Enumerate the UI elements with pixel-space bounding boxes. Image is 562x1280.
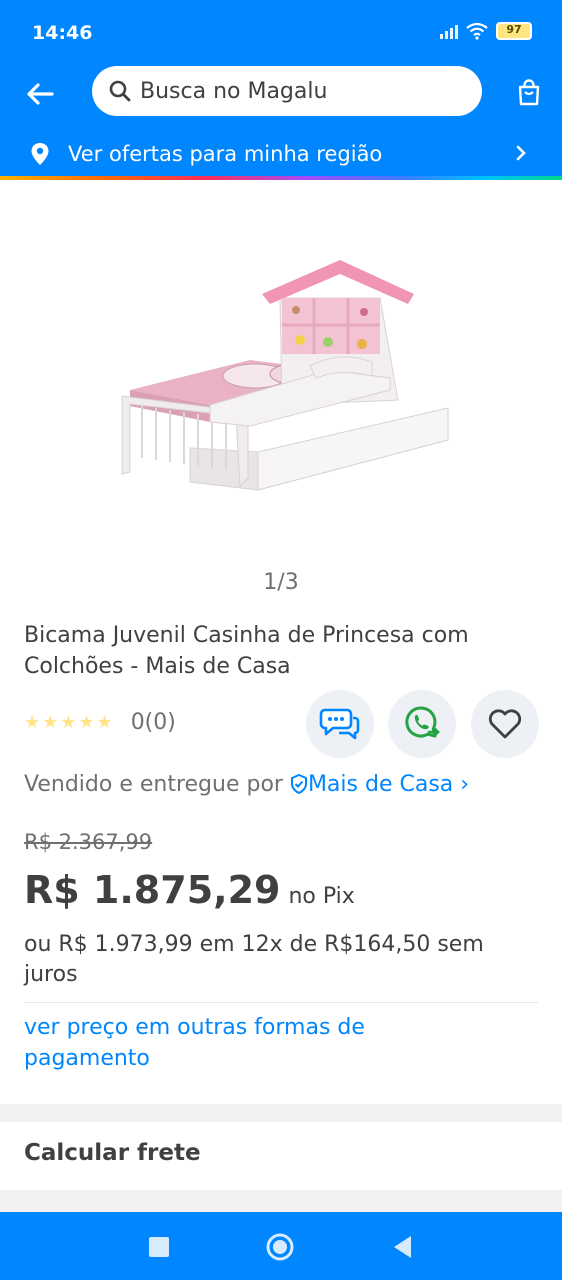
status-time: 14:46 bbox=[32, 22, 93, 44]
wifi-icon bbox=[466, 22, 488, 40]
divider bbox=[24, 1002, 538, 1003]
whatsapp-icon bbox=[405, 706, 440, 738]
status-icons: 97 bbox=[440, 22, 532, 40]
chat-icon bbox=[319, 708, 360, 740]
installments-text: ou R$ 1.973,99 em 12x de R$164,50 sem ju… bbox=[24, 932, 484, 987]
bag-icon[interactable] bbox=[514, 78, 544, 108]
search-icon bbox=[109, 80, 131, 102]
whatsapp-share-button[interactable] bbox=[388, 690, 456, 758]
heart-icon bbox=[488, 709, 522, 739]
seller-name-link[interactable]: Mais de Casa bbox=[308, 772, 453, 797]
section-separator bbox=[0, 1104, 562, 1122]
old-price: R$ 2.367,99 bbox=[24, 830, 153, 854]
status-bar: 14:46 97 bbox=[0, 0, 562, 64]
battery-icon: 97 bbox=[496, 22, 532, 40]
header-accent-stripe bbox=[0, 176, 562, 180]
search-row: Busca no Magalu bbox=[0, 64, 562, 118]
system-nav-bar bbox=[0, 1212, 562, 1280]
search-input[interactable]: Busca no Magalu bbox=[92, 66, 482, 116]
seller-prefix: Vendido e entregue por bbox=[24, 772, 283, 797]
battery-level: 97 bbox=[506, 23, 522, 36]
product-rating[interactable]: ★★★★★ 0(0) bbox=[24, 710, 176, 735]
image-pager: 1/3 bbox=[263, 570, 299, 595]
search-placeholder: Busca no Magalu bbox=[140, 78, 328, 104]
product-title: Bicama Juvenil Casinha de Princesa com C… bbox=[24, 623, 469, 679]
seller-info: Vendido e entregue por Mais de Casa › bbox=[24, 772, 469, 797]
other-payments-link[interactable]: ver preço em outras formas de pagamento bbox=[24, 1012, 484, 1074]
app-header: 14:46 97 Busca no Magalu Ver ofertas par… bbox=[0, 0, 562, 176]
signal-icon bbox=[440, 23, 458, 39]
section-separator bbox=[0, 1190, 562, 1212]
pix-price: R$ 1.875,29 bbox=[24, 868, 281, 912]
price-suffix: no Pix bbox=[288, 884, 355, 909]
calculate-shipping[interactable]: Calcular frete bbox=[24, 1140, 201, 1166]
region-text: Ver ofertas para minha região bbox=[68, 142, 383, 166]
rating-stars: ★★★★★ bbox=[24, 712, 115, 733]
rating-count: 0(0) bbox=[130, 710, 176, 735]
back-arrow-icon[interactable] bbox=[22, 76, 58, 112]
nav-back-icon[interactable] bbox=[392, 1232, 414, 1260]
chevron-right-icon bbox=[516, 145, 526, 161]
nav-square-icon[interactable] bbox=[148, 1232, 170, 1260]
region-offers-banner[interactable]: Ver ofertas para minha região bbox=[0, 130, 562, 174]
seller-arrow[interactable]: › bbox=[460, 772, 469, 797]
verified-shield-icon bbox=[290, 773, 307, 795]
favorite-button[interactable] bbox=[471, 690, 539, 758]
location-pin-icon bbox=[31, 143, 49, 165]
chat-button[interactable] bbox=[306, 690, 374, 758]
nav-circle-icon[interactable] bbox=[265, 1232, 295, 1262]
product-image[interactable] bbox=[0, 190, 562, 550]
price-row: R$ 1.875,29 no Pix bbox=[24, 868, 355, 912]
